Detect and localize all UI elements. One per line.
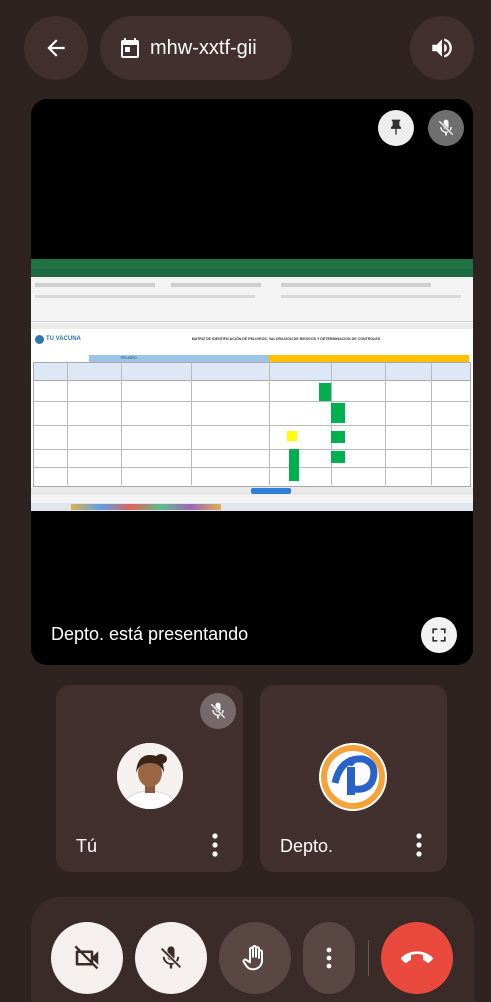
- control-divider: [368, 940, 369, 976]
- sheet-brand: TU VACUNA: [46, 336, 81, 342]
- calendar-icon: [121, 38, 139, 58]
- participant-tile-depto[interactable]: Depto.: [260, 685, 447, 872]
- audio-output-button[interactable]: [410, 16, 474, 80]
- raise-hand-icon: [242, 945, 263, 971]
- speaker-icon: [432, 38, 452, 58]
- presenting-status: Depto. está presentando: [51, 624, 249, 644]
- sheet-title: MATRIZ DE IDENTIFICACIÓN DE PELIGROS, VA…: [191, 337, 381, 341]
- fullscreen-button[interactable]: [421, 617, 457, 653]
- fullscreen-icon: [432, 628, 446, 642]
- arrow-left-icon: [47, 39, 65, 57]
- pin-icon: [391, 119, 401, 135]
- pin-button[interactable]: [378, 110, 414, 146]
- avatar-self: [117, 743, 183, 809]
- more-options-button[interactable]: [303, 922, 355, 994]
- presenter-mic-status: [428, 110, 464, 146]
- sheet-section-label: PELIGRO: [121, 356, 137, 360]
- more-vert-icon: [326, 947, 332, 969]
- sheet-logo: TU VACUNA: [35, 332, 87, 346]
- participant-tile-self[interactable]: Tú: [56, 685, 243, 872]
- self-mic-status: [200, 693, 236, 729]
- camera-toggle-button[interactable]: [51, 922, 123, 994]
- participant-name-depto: Depto.: [280, 836, 334, 856]
- meeting-info-button[interactable]: mhw-xxtf-gii: [100, 16, 292, 80]
- mic-toggle-button[interactable]: [135, 922, 207, 994]
- participant-name-self: Tú: [76, 836, 98, 856]
- mic-off-icon: [210, 702, 226, 719]
- more-vert-icon[interactable]: [203, 831, 227, 859]
- mic-off-icon: [160, 946, 182, 969]
- back-button[interactable]: [24, 16, 88, 80]
- camera-off-icon: [74, 945, 99, 970]
- avatar-depto: [319, 743, 387, 811]
- raise-hand-button[interactable]: [219, 922, 291, 994]
- shared-spreadsheet: TU VACUNA MATRIZ DE IDENTIFICACIÓN DE PE…: [31, 259, 473, 511]
- mic-off-icon: [438, 119, 454, 136]
- end-call-icon: [401, 951, 433, 964]
- more-vert-icon[interactable]: [407, 831, 431, 859]
- meeting-code: mhw-xxtf-gii: [150, 36, 257, 59]
- presentation-stage[interactable]: TU VACUNA MATRIZ DE IDENTIFICACIÓN DE PE…: [31, 99, 473, 665]
- end-call-button[interactable]: [381, 922, 453, 994]
